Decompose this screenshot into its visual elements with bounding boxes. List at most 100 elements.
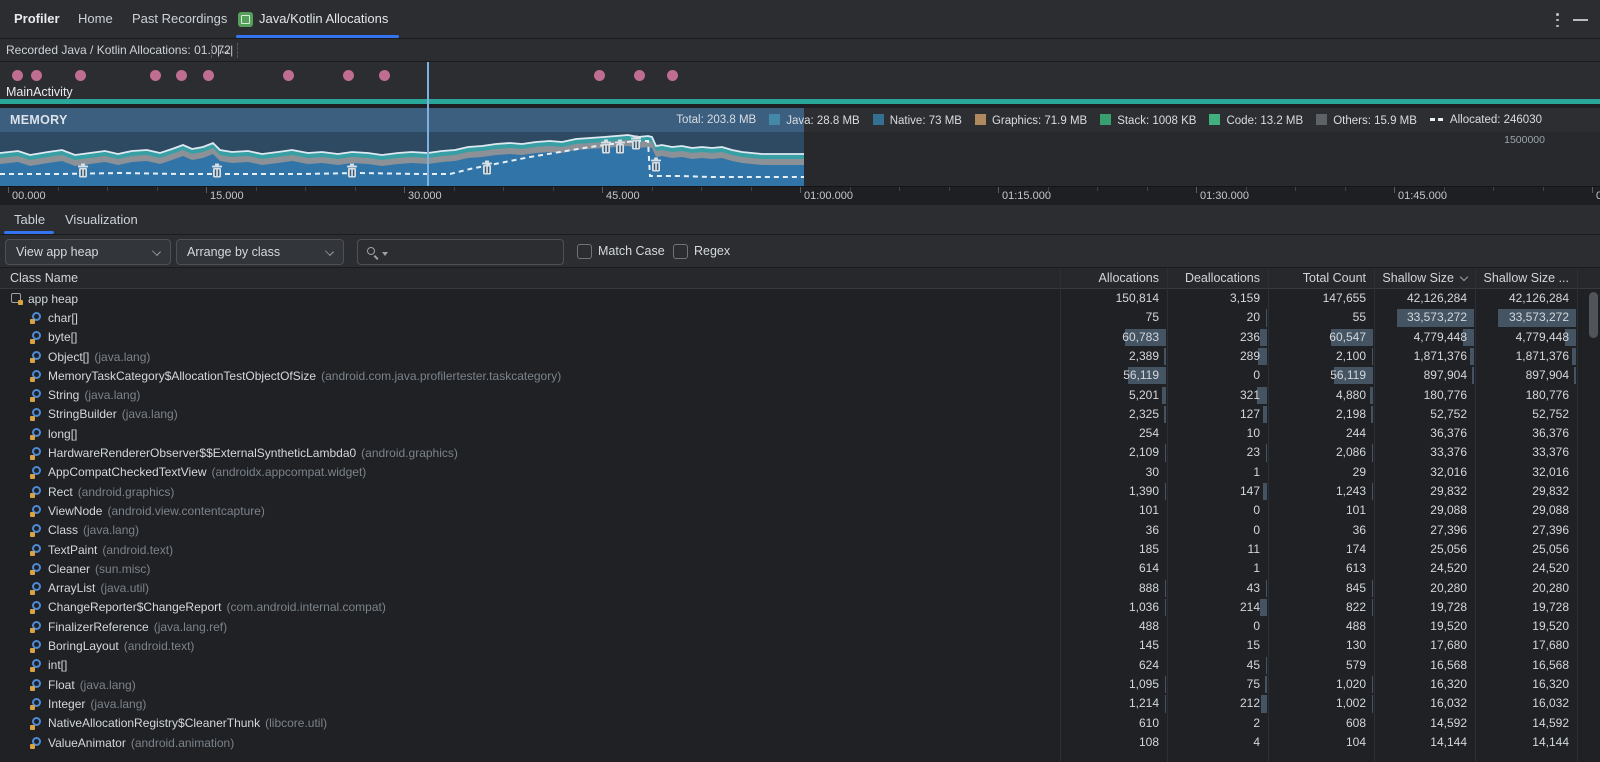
table-row[interactable]: ValueAnimator(android.animation)10841041…	[0, 733, 1600, 752]
table-row[interactable]: BoringLayout(android.text)1451513017,680…	[0, 636, 1600, 655]
event-dot[interactable]	[31, 70, 42, 81]
class-icon	[30, 582, 43, 595]
table-row[interactable]: ArrayList(java.util)8884384520,28020,280	[0, 579, 1600, 598]
timeline-playhead[interactable]	[427, 62, 429, 186]
value-text: 16,032	[1532, 694, 1569, 713]
table-row[interactable]: Rect(android.graphics)1,3901471,24329,83…	[0, 482, 1600, 501]
event-timeline[interactable]: MainActivity	[0, 62, 1600, 99]
value-bar	[1260, 329, 1267, 346]
column-header-total-count[interactable]: Total Count	[1303, 268, 1366, 289]
heap-select[interactable]: View app heap	[5, 239, 171, 265]
column-header-shallow-size[interactable]: Shallow Size	[1382, 268, 1467, 289]
value-cell: 20,280	[1374, 579, 1475, 598]
table-row[interactable]: StringBuilder(java.lang)2,3251272,19852,…	[0, 405, 1600, 424]
column-separator[interactable]	[1475, 268, 1476, 762]
table-row[interactable]: Object[](java.lang)2,3892892,1001,871,37…	[0, 347, 1600, 366]
event-dot[interactable]	[667, 70, 678, 81]
gc-event-icon[interactable]	[601, 140, 611, 154]
tab-table[interactable]: Table	[14, 205, 45, 234]
column-header-allocations[interactable]: Allocations	[1099, 268, 1159, 289]
tab-home[interactable]: Home	[78, 0, 113, 38]
event-dot[interactable]	[594, 70, 605, 81]
tab-java-kotlin-allocations[interactable]: Java/Kotlin Allocations	[238, 0, 388, 38]
gc-event-icon[interactable]	[482, 161, 492, 175]
table-row[interactable]: byte[]60,78323660,5474,779,4484,779,448	[0, 328, 1600, 347]
event-dot[interactable]	[634, 70, 645, 81]
value-cell: 75	[1060, 308, 1167, 327]
table-row[interactable]: char[]75205533,573,27233,573,272	[0, 308, 1600, 327]
value-text: 42,126,284	[1509, 289, 1569, 308]
value-cell: 33,376	[1475, 443, 1577, 462]
event-dot[interactable]	[176, 70, 187, 81]
search-input[interactable]	[357, 239, 564, 265]
table-row[interactable]: int[]6244557916,56816,568	[0, 656, 1600, 675]
table-row[interactable]: long[]2541024436,37636,376	[0, 424, 1600, 443]
table-row[interactable]: Float(java.lang)1,095751,02016,32016,320	[0, 675, 1600, 694]
table-row[interactable]: String(java.lang)5,2013214,880180,776180…	[0, 386, 1600, 405]
table-row[interactable]: app heap150,8143,159147,65542,126,28442,…	[0, 289, 1600, 308]
gc-event-icon[interactable]	[631, 136, 641, 150]
table-row[interactable]: ChangeReporter$ChangeReport(com.android.…	[0, 598, 1600, 617]
event-dot[interactable]	[12, 70, 23, 81]
regex-checkbox[interactable]	[673, 244, 688, 259]
column-separator[interactable]	[1060, 268, 1061, 762]
table-row[interactable]: TextPaint(android.text)1851117425,05625,…	[0, 540, 1600, 559]
event-dot[interactable]	[203, 70, 214, 81]
event-dot[interactable]	[379, 70, 390, 81]
column-header-deallocations[interactable]: Deallocations	[1185, 268, 1260, 289]
event-dot[interactable]	[343, 70, 354, 81]
table-row[interactable]: ViewNode(android.view.contentcapture)101…	[0, 501, 1600, 520]
table-row[interactable]: HardwareRendererObserver$$ExternalSynthe…	[0, 443, 1600, 462]
gc-event-icon[interactable]	[651, 158, 661, 172]
value-text: 2,086	[1336, 443, 1366, 462]
value-text: 5,201	[1129, 386, 1159, 405]
value-text: 2,109	[1129, 443, 1159, 462]
class-name: MemoryTaskCategory$AllocationTestObjectO…	[48, 369, 316, 383]
minimize-icon[interactable]	[1573, 19, 1588, 21]
gc-event-icon[interactable]	[78, 164, 88, 178]
value-cell: 180,776	[1374, 386, 1475, 405]
arrange-select[interactable]: Arrange by class	[176, 239, 344, 265]
value-bar	[1165, 444, 1166, 461]
value-text: 0	[1253, 617, 1260, 636]
gc-event-icon[interactable]	[615, 140, 625, 154]
event-dot[interactable]	[150, 70, 161, 81]
axis-tick	[949, 187, 950, 191]
column-separator[interactable]	[1577, 268, 1578, 762]
table-row[interactable]: AppCompatCheckedTextView(androidx.appcom…	[0, 463, 1600, 482]
value-cell: 29,088	[1374, 501, 1475, 520]
zoom-to-fit-icon[interactable]: |↔|	[217, 39, 232, 62]
value-text: 4,779,448	[1414, 328, 1467, 347]
column-separator[interactable]	[1167, 268, 1168, 762]
more-menu-icon[interactable]	[1556, 13, 1560, 27]
value-cell: 24,520	[1374, 559, 1475, 578]
gc-event-icon[interactable]	[212, 164, 222, 178]
event-dot[interactable]	[283, 70, 294, 81]
gc-event-icon[interactable]	[347, 164, 357, 178]
class-icon	[30, 601, 43, 614]
vertical-scrollbar-thumb[interactable]	[1589, 292, 1598, 338]
table-row[interactable]: Cleaner(sun.misc)614161324,52024,520	[0, 559, 1600, 578]
table-row[interactable]: Integer(java.lang)1,2142121,00216,03216,…	[0, 694, 1600, 713]
memory-chart[interactable]	[0, 132, 1600, 186]
column-header-shallow-size[interactable]: Shallow Size ...	[1484, 268, 1569, 289]
table-row[interactable]: FinalizerReference(java.lang.ref)4880488…	[0, 617, 1600, 636]
match-case-checkbox[interactable]	[577, 244, 592, 259]
value-cell: 108	[1060, 733, 1167, 752]
value-cell: 4,880	[1268, 386, 1374, 405]
event-dot[interactable]	[75, 70, 86, 81]
column-separator[interactable]	[1268, 268, 1269, 762]
value-cell: 488	[1268, 617, 1374, 636]
column-header-class-name[interactable]: Class Name	[10, 268, 78, 289]
table-row[interactable]: Class(java.lang)3603627,39627,396	[0, 521, 1600, 540]
memory-panel[interactable]: MEMORY Total: 203.8 MBJava: 28.8 MBNativ…	[0, 108, 1600, 186]
value-cell: 16,568	[1374, 656, 1475, 675]
search-options-caret-icon[interactable]	[382, 252, 388, 256]
tab-past-recordings[interactable]: Past Recordings	[132, 0, 227, 38]
tab-visualization[interactable]: Visualization	[65, 205, 138, 234]
tab-profiler[interactable]: Profiler	[14, 0, 60, 38]
table-row[interactable]: NativeAllocationRegistry$CleanerThunk(li…	[0, 714, 1600, 733]
table-row[interactable]: MemoryTaskCategory$AllocationTestObjectO…	[0, 366, 1600, 385]
column-separator[interactable]	[1374, 268, 1375, 762]
value-cell: 1,390	[1060, 482, 1167, 501]
